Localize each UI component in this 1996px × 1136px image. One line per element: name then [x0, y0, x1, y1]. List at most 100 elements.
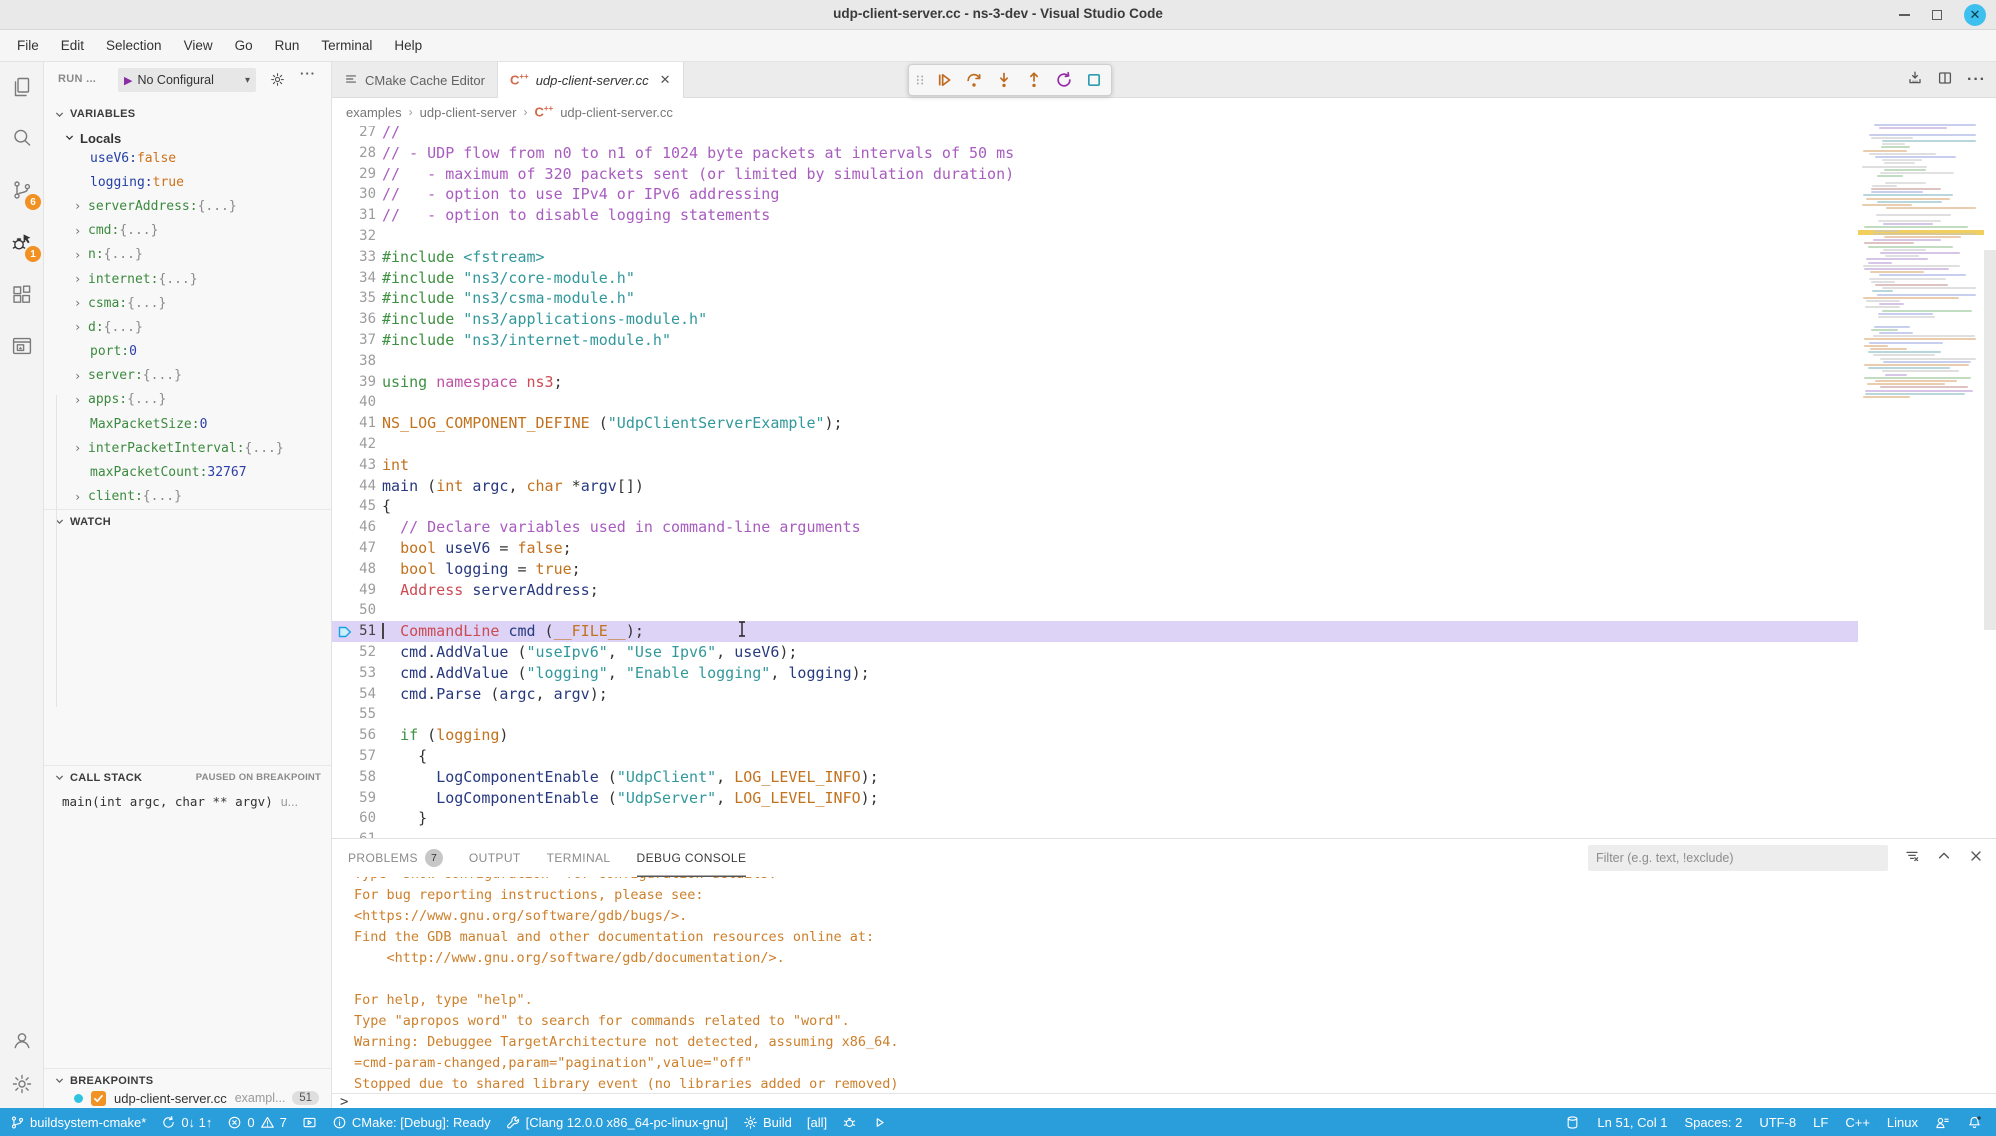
variable-client[interactable]: ›client: {...}	[44, 485, 331, 509]
status-clang-12-0-0-x86-64-pc-linux-gnu[interactable]: [Clang 12.0.0 x86_64-pc-linux-gnu]	[506, 1115, 728, 1130]
line-number[interactable]: 46	[332, 517, 376, 538]
code-line-37[interactable]: 37#include "ns3/internet-module.h"	[332, 330, 1858, 351]
line-number[interactable]: 57	[332, 746, 376, 767]
code-line-28[interactable]: 28// - UDP flow from n0 to n1 of 1024 by…	[332, 143, 1858, 164]
debug-console-input-row[interactable]: >	[332, 1093, 1996, 1109]
code-line-30[interactable]: 30// - option to use IPv4 or IPv6 addres…	[332, 184, 1858, 205]
line-number[interactable]: 50	[332, 600, 376, 621]
activity-search-icon[interactable]	[0, 116, 44, 160]
panel-tab-terminal[interactable]: TERMINAL	[547, 839, 611, 877]
line-number[interactable]: 36	[332, 309, 376, 330]
maximize-panel-icon[interactable]	[1936, 848, 1952, 869]
code-line-42[interactable]: 42	[332, 434, 1858, 455]
code-line-57[interactable]: 57 {	[332, 746, 1858, 767]
line-number[interactable]: 34	[332, 268, 376, 289]
code-line-31[interactable]: 31// - option to disable logging stateme…	[332, 205, 1858, 226]
code-line-44[interactable]: 44main (int argc, char *argv[])	[332, 476, 1858, 497]
restore-button[interactable]	[1932, 10, 1942, 20]
line-number[interactable]: 39	[332, 372, 376, 393]
line-number[interactable]: 30	[332, 184, 376, 205]
call-stack-section-header[interactable]: CALL STACK PAUSED ON BREAKPOINT	[44, 765, 331, 789]
code-line-34[interactable]: 34#include "ns3/core-module.h"	[332, 268, 1858, 289]
status-build[interactable]: Build	[743, 1115, 792, 1130]
clear-filter-icon[interactable]	[1904, 848, 1920, 869]
status-play-icon[interactable]	[872, 1115, 887, 1130]
variable-interpacketinterval[interactable]: ›interPacketInterval: {...}	[44, 436, 331, 460]
line-number[interactable]: 52	[332, 642, 376, 663]
run-below-icon[interactable]	[1907, 70, 1923, 91]
variable-internet[interactable]: ›internet: {...}	[44, 267, 331, 291]
variable-csma[interactable]: ›csma: {...}	[44, 291, 331, 315]
variable-d[interactable]: ›d: {...}	[44, 315, 331, 339]
code-line-47[interactable]: 47 bool useV6 = false;	[332, 538, 1858, 559]
stack-frame-main[interactable]: main(int argc, char ** argv) u...	[62, 789, 298, 814]
menu-file[interactable]: File	[6, 34, 50, 57]
line-number[interactable]: 45	[332, 496, 376, 517]
close-tab-icon[interactable]: ✕	[660, 72, 671, 88]
line-number[interactable]: 33	[332, 247, 376, 268]
activity-explorer-icon[interactable]	[0, 65, 44, 109]
variable-port[interactable]: port: 0	[44, 340, 331, 364]
editor-scrollbar[interactable]	[1984, 250, 1996, 630]
minimize-button[interactable]	[1899, 14, 1910, 16]
variable-usev6[interactable]: useV6: false	[44, 146, 331, 170]
line-number[interactable]: 42	[332, 434, 376, 455]
menu-go[interactable]: Go	[224, 34, 264, 57]
status-lf[interactable]: LF	[1813, 1115, 1828, 1130]
code-editor[interactable]: 27//28// - UDP flow from n0 to n1 of 102…	[332, 122, 1858, 838]
line-number[interactable]: 40	[332, 392, 376, 413]
line-number[interactable]: 41	[332, 413, 376, 434]
code-line-58[interactable]: 58 LogComponentEnable ("UdpClient", LOG_…	[332, 767, 1858, 788]
status-feedback-icon[interactable]	[1935, 1115, 1950, 1130]
close-button[interactable]: ✕	[1964, 4, 1986, 26]
line-number[interactable]: 37	[332, 330, 376, 351]
activity-test-window-icon[interactable]	[0, 324, 44, 368]
line-number[interactable]: 28	[332, 143, 376, 164]
split-editor-icon[interactable]	[1937, 70, 1953, 91]
variable-apps[interactable]: ›apps: {...}	[44, 388, 331, 412]
activity-settings-gear-icon[interactable]	[0, 1062, 44, 1106]
code-line-52[interactable]: 52 cmd.AddValue ("useIpv6", "Use Ipv6", …	[332, 642, 1858, 663]
variables-section-header[interactable]: VARIABLES	[44, 102, 331, 126]
code-line-32[interactable]: 32	[332, 226, 1858, 247]
activity-extensions-icon[interactable]	[0, 273, 44, 317]
variable-maxpacketsize[interactable]: MaxPacketSize: 0	[44, 412, 331, 436]
watch-section-header[interactable]: WATCH	[44, 509, 331, 533]
status-ln-51-col-1[interactable]: Ln 51, Col 1	[1597, 1115, 1667, 1130]
status-spaces-2[interactable]: Spaces: 2	[1685, 1115, 1743, 1130]
breakpoint-checkbox[interactable]	[91, 1091, 106, 1106]
console-filter-input[interactable]	[1588, 845, 1888, 871]
code-line-38[interactable]: 38	[332, 351, 1858, 372]
status-db-icon[interactable]	[1565, 1115, 1580, 1130]
activity-run-debug-icon[interactable]: 1	[0, 220, 44, 264]
line-number[interactable]: 31	[332, 205, 376, 226]
activity-account-icon[interactable]	[0, 1018, 44, 1062]
drag-handle-icon[interactable]	[913, 72, 927, 88]
variable-logging[interactable]: logging: true	[44, 170, 331, 194]
code-line-46[interactable]: 46 // Declare variables used in command-…	[332, 517, 1858, 538]
breakpoint-item[interactable]: udp-client-server.cc exampl... 51	[44, 1088, 331, 1108]
code-line-60[interactable]: 60 }	[332, 808, 1858, 829]
variable-cmd[interactable]: ›cmd: {...}	[44, 219, 331, 243]
stop-button[interactable]	[1080, 67, 1107, 93]
code-line-36[interactable]: 36#include "ns3/applications-module.h"	[332, 309, 1858, 330]
line-number[interactable]: 47	[332, 538, 376, 559]
status-0-1[interactable]: 0↓ 1↑	[161, 1115, 212, 1130]
line-number[interactable]: 43	[332, 455, 376, 476]
code-line-59[interactable]: 59 LogComponentEnable ("UdpServer", LOG_…	[332, 788, 1858, 809]
tab-udp-client-server[interactable]: C++ udp-client-server.cc ✕	[498, 62, 684, 98]
menu-view[interactable]: View	[173, 34, 224, 57]
breadcrumb-folder[interactable]: udp-client-server	[420, 105, 517, 120]
code-line-40[interactable]: 40	[332, 392, 1858, 413]
activity-source-control-icon[interactable]: 6	[0, 168, 44, 212]
close-panel-icon[interactable]	[1968, 848, 1984, 869]
status-bug-icon[interactable]	[842, 1115, 857, 1130]
line-number[interactable]: 32	[332, 226, 376, 247]
line-number[interactable]: 53	[332, 663, 376, 684]
status-bell-icon[interactable]	[1967, 1115, 1982, 1130]
variable-server[interactable]: ›server: {...}	[44, 364, 331, 388]
code-line-53[interactable]: 53 cmd.AddValue ("logging", "Enable logg…	[332, 663, 1858, 684]
menu-run[interactable]: Run	[264, 34, 311, 57]
restart-button[interactable]	[1050, 67, 1077, 93]
variable-maxpacketcount[interactable]: maxPacketCount: 32767	[44, 460, 331, 484]
